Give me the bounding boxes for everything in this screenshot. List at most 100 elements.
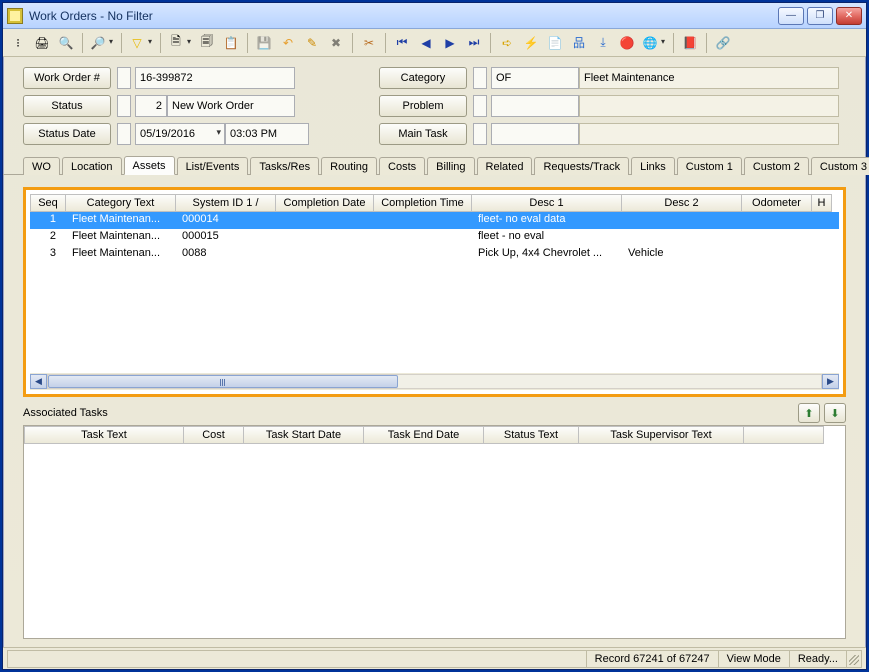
problem-code-input[interactable] [491,95,579,117]
tab-tasks-res[interactable]: Tasks/Res [250,157,319,175]
status-code-input[interactable]: 2 [135,95,167,117]
first-icon[interactable]: ⏮ [391,32,413,54]
book-icon[interactable]: 📕 [679,32,701,54]
assoc-col-blank[interactable] [744,426,824,444]
move-up-button[interactable]: ⬆ [798,403,820,423]
tree-icon[interactable]: 品 [568,32,590,54]
wo-number-input[interactable]: 16-399872 [135,67,295,89]
tab-list-events[interactable]: List/Events [177,157,249,175]
assets-horizontal-scrollbar[interactable]: ◀ ▶ [30,373,839,390]
assoc-col-task-supervisor-text[interactable]: Task Supervisor Text [579,426,744,444]
assets-cell [276,212,374,229]
assets-cell [622,229,742,246]
assets-col-completion-time[interactable]: Completion Time [374,194,472,212]
tab-custom-1[interactable]: Custom 1 [677,157,742,175]
close-button[interactable]: ✕ [836,7,862,25]
scroll-thumb[interactable] [48,375,398,388]
problem-text-display [579,95,839,117]
find-icon[interactable]: 🔎 [88,32,116,54]
assets-col-desc-1[interactable]: Desc 1 [472,194,622,212]
resize-gripper[interactable] [846,650,862,668]
assets-col-desc-2[interactable]: Desc 2 [622,194,742,212]
problem-lock-slot[interactable] [473,95,487,117]
category-lock-slot[interactable] [473,67,487,89]
status-date-label-button[interactable]: Status Date [23,123,111,145]
tab-routing[interactable]: Routing [321,157,377,175]
cut-icon[interactable]: ✂ [358,32,380,54]
main-window: Work Orders - No Filter — ❐ ✕ ⁝🖨🔍🔎▽🗎🗐📋💾↶… [2,2,867,670]
record-counter-cell: Record 67241 of 67247 [586,650,719,668]
assets-cell: 3 [30,246,66,263]
scroll-left-arrow[interactable]: ◀ [30,374,47,389]
assets-row[interactable]: 3Fleet Maintenan...0088Pick Up, 4x4 Chev… [30,246,839,263]
report-icon[interactable]: 📄 [544,32,566,54]
category-code-input[interactable]: OF [491,67,579,89]
status-lock-slot[interactable] [117,95,131,117]
status-date-combo[interactable]: 05/19/2016 ▾ [135,123,225,145]
toolbar-separator [706,33,707,53]
prev-icon[interactable]: ◀ [415,32,437,54]
associated-tasks-label: Associated Tasks [23,407,798,419]
chevron-down-icon[interactable]: ▾ [216,127,221,138]
edit-icon[interactable]: ✎ [301,32,323,54]
undo-icon[interactable]: ↶ [277,32,299,54]
new-doc-icon[interactable]: 🗎 [166,32,194,54]
problem-label-button[interactable]: Problem [379,95,467,117]
category-label-button[interactable]: Category [379,67,467,89]
tab-costs[interactable]: Costs [379,157,425,175]
assoc-col-status-text[interactable]: Status Text [484,426,579,444]
tab-related[interactable]: Related [477,157,533,175]
tab-assets[interactable]: Assets [124,156,175,175]
assets-col-category-text[interactable]: Category Text [66,194,176,212]
tab-custom-2[interactable]: Custom 2 [744,157,809,175]
maximize-button[interactable]: ❐ [807,7,833,25]
assets-row[interactable]: 1Fleet Maintenan...000014fleet- no eval … [30,212,839,229]
minimize-button[interactable]: — [778,7,804,25]
assets-col-h[interactable]: H [812,194,832,212]
status-text-input[interactable]: New Work Order [167,95,295,117]
assets-row[interactable]: 2Fleet Maintenan...000015fleet - no eval [30,229,839,246]
action-icon[interactable]: ⚡ [520,32,542,54]
maintask-text-display [579,123,839,145]
tab-requests-track[interactable]: Requests/Track [534,157,629,175]
assets-cell [742,229,812,246]
assoc-col-task-end-date[interactable]: Task End Date [364,426,484,444]
assoc-col-task-text[interactable]: Task Text [24,426,184,444]
toolbar-separator [121,33,122,53]
tab-wo[interactable]: WO [23,157,60,175]
paste-icon[interactable]: 📋 [220,32,242,54]
move-down-button[interactable]: ⬇ [824,403,846,423]
last-icon[interactable]: ⏭ [463,32,485,54]
scroll-right-arrow[interactable]: ▶ [822,374,839,389]
assets-col-odometer[interactable]: Odometer [742,194,812,212]
record-icon[interactable]: 🔴 [616,32,638,54]
goto-icon[interactable]: ➪ [496,32,518,54]
copy-doc-icon[interactable]: 🗐 [196,32,218,54]
tab-links[interactable]: Links [631,157,675,175]
maintask-label-button[interactable]: Main Task [379,123,467,145]
tab-custom-3[interactable]: Custom 3 [811,157,869,175]
assoc-col-cost[interactable]: Cost [184,426,244,444]
status-time-input[interactable]: 03:03 PM [225,123,309,145]
tab-billing[interactable]: Billing [427,157,474,175]
print-preview-icon[interactable]: 🔍 [55,32,77,54]
filter-icon[interactable]: ▽ [127,32,155,54]
assets-col-seq[interactable]: Seq [30,194,66,212]
assets-col-completion-date[interactable]: Completion Date [276,194,374,212]
globe-icon[interactable]: 🌐 [640,32,668,54]
status-label-button[interactable]: Status [23,95,111,117]
assets-cell [276,246,374,263]
maintask-code-input[interactable] [491,123,579,145]
status-date-lock-slot[interactable] [117,123,131,145]
export-icon[interactable]: ⤓ [592,32,614,54]
print-icon[interactable]: 🖨 [31,32,53,54]
wo-lock-slot[interactable] [117,67,131,89]
next-icon[interactable]: ▶ [439,32,461,54]
assets-col-system-id-1-[interactable]: System ID 1 / [176,194,276,212]
link-icon[interactable]: 🔗 [712,32,734,54]
wo-number-label-button[interactable]: Work Order # [23,67,111,89]
maintask-lock-slot[interactable] [473,123,487,145]
tab-location[interactable]: Location [62,157,122,175]
assoc-col-task-start-date[interactable]: Task Start Date [244,426,364,444]
toolbar-separator [247,33,248,53]
